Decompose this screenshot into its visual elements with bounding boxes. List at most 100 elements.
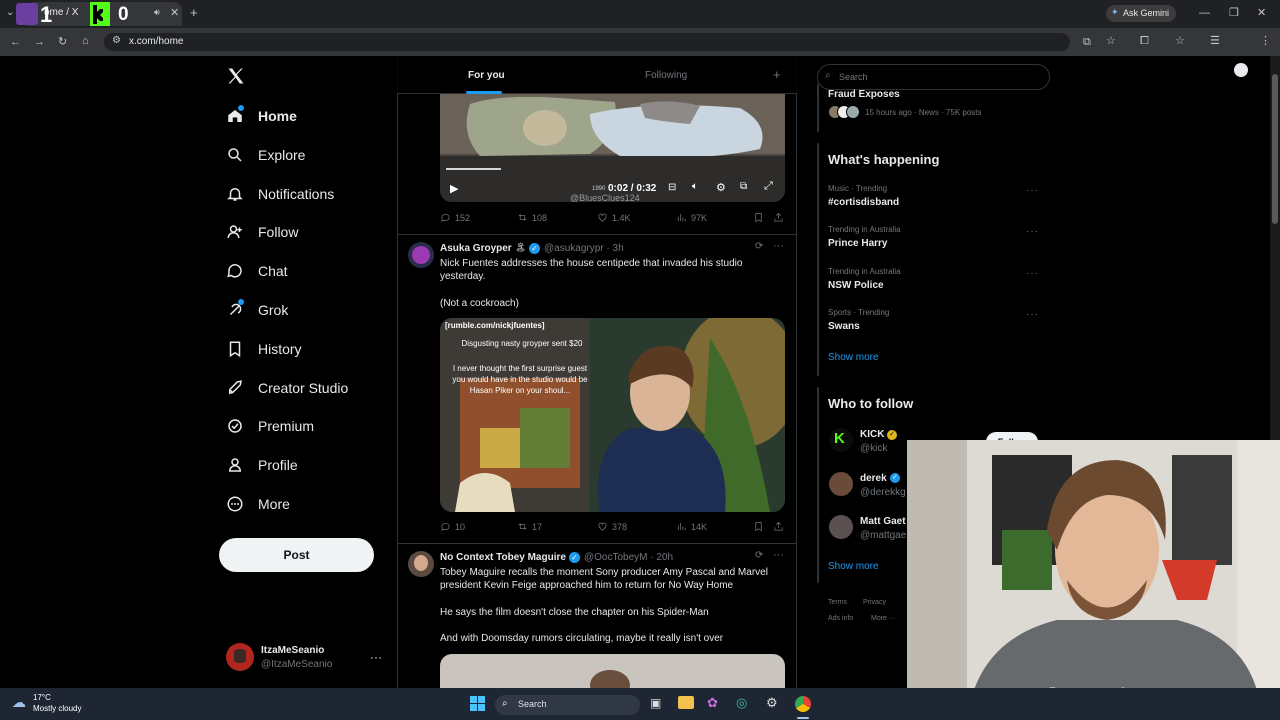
account-name[interactable]: ItzaMeSeanio [261,645,324,656]
home-browser-icon[interactable]: ⌂ [82,34,89,48]
fullscreen-icon[interactable]: ⤢ [764,180,773,193]
follow-avatar[interactable] [829,471,853,496]
tab-mute-icon[interactable]: 🔊︎ [154,7,160,18]
tab-for-you[interactable]: For you [468,70,505,81]
follow-avatar[interactable]: K [829,428,853,452]
footer-ads[interactable]: Ads info [828,615,853,622]
url-bar[interactable]: ⚙ x.com/home [104,33,1070,51]
bookmark-button[interactable] [753,521,768,532]
star-icon[interactable]: ☆ [1106,34,1116,48]
post2-more-icon[interactable]: ··· [773,240,784,252]
grok-post-icon[interactable]: ⟳ [755,550,763,561]
trend-name[interactable]: #cortisdisband [828,197,899,208]
post3-author-name[interactable]: No Context Tobey Maguire [440,552,566,563]
follow-name[interactable]: KICK [860,429,884,440]
chrome-menu-icon[interactable]: ⋮ [1260,34,1271,48]
repost-button[interactable]: 17 [517,521,542,532]
share-button[interactable] [773,521,788,532]
follow-name[interactable]: derek [860,473,887,484]
play-icon[interactable]: ▶ [450,182,458,195]
post3-handle[interactable]: @OocTobeyM · 20h [584,552,673,563]
nav-item-more[interactable]: More [226,491,386,517]
extensions-icon[interactable]: ⧠ [1140,34,1149,48]
post3-media[interactable] [440,654,785,688]
task-view-icon[interactable]: ▣ [650,696,661,710]
video-player[interactable]: ▶ 1990 0:02 / 0:32 @BluesClues124 ⊟ 🔈︎ ⚙… [440,94,785,202]
post3-more-icon[interactable]: ··· [773,549,784,561]
trend-more-icon[interactable]: ··· [1026,268,1039,279]
reload-icon[interactable]: ↻ [58,35,67,49]
settings-icon[interactable]: ⚙ [716,181,726,194]
profile-avatar-icon[interactable] [1234,63,1248,77]
captions-icon[interactable]: ⊟ [668,182,676,193]
bookmarks-icon[interactable]: ☆ [1175,34,1185,48]
nav-item-premium[interactable]: Premium [226,413,386,439]
footer-privacy[interactable]: Privacy [863,599,886,606]
repost-button[interactable]: 108 [517,212,547,223]
taskbar-search[interactable]: ⌕ Search [495,695,640,715]
footer-terms[interactable]: Terms [828,599,847,606]
account-avatar[interactable] [226,643,254,671]
nav-item-profile[interactable]: Profile [226,452,386,478]
footer-more[interactable]: More ··· [871,615,896,622]
like-button[interactable]: 1.4K [597,212,631,223]
trend-name[interactable]: Swans [828,321,860,332]
tab-following[interactable]: Following [645,70,687,81]
settings-gear-icon[interactable]: ⚙ [766,695,778,711]
scrollbar-thumb[interactable] [1272,74,1278,224]
tab-close-icon[interactable]: ✕ [170,6,179,19]
nav-item-home[interactable]: Home [226,103,386,129]
follow-avatar[interactable] [829,515,853,539]
reading-list-icon[interactable]: ☰ [1210,34,1220,48]
trend-more-icon[interactable]: ··· [1026,309,1039,320]
follow-name[interactable]: Matt Gaet [860,516,906,527]
file-explorer-icon[interactable] [678,696,694,709]
reply-button[interactable]: 10 [440,521,465,532]
forward-icon[interactable]: → [34,35,45,49]
volume-icon[interactable]: 🔈︎ [692,181,698,192]
minimize-icon[interactable]: — [1199,6,1210,20]
like-button[interactable]: 378 [597,521,627,532]
tab-search-chevron-icon[interactable]: ⌄ [6,7,14,18]
x-logo-icon[interactable] [226,66,246,86]
nav-item-explore[interactable]: Explore [226,142,386,168]
post2-handle[interactable]: @asukagrypr · 3h [544,243,624,254]
weather-desc[interactable]: Mostly cloudy [33,704,81,713]
nav-item-grok[interactable]: Grok [226,297,386,323]
post2-media[interactable]: [rumble.com/nickjfuentes] Disgusting nas… [440,318,785,512]
trend-name[interactable]: NSW Police [828,280,884,291]
nav-item-creator-studio[interactable]: Creator Studio [226,375,386,401]
weather-icon[interactable]: ☁ [12,694,26,711]
nav-item-notifications[interactable]: Notifications [226,181,386,207]
account-more-icon[interactable]: ··· [370,650,382,664]
post-button[interactable]: Post [219,538,374,572]
trend-more-icon[interactable]: ··· [1026,226,1039,237]
bookmark-button[interactable] [753,212,768,223]
add-tab-icon[interactable]: + [773,67,781,82]
nav-item-follow[interactable]: Follow [226,219,386,245]
site-info-icon[interactable]: ⚙ [112,35,121,46]
nav-item-chat[interactable]: Chat [226,258,386,284]
restore-icon[interactable]: ❐ [1229,6,1239,20]
back-icon[interactable]: ← [10,35,21,49]
post2-avatar[interactable] [408,242,434,268]
ask-gemini-button[interactable]: ✦ Ask Gemini [1106,5,1176,22]
views-button[interactable]: 14K [676,521,707,532]
search-box[interactable]: ⌕ Search [817,64,1050,90]
grok-post-icon[interactable]: ⟳ [755,241,763,252]
pip-icon[interactable]: ⧉ [740,181,747,192]
cast-icon[interactable]: ⧉ [1083,35,1091,49]
post3-avatar[interactable] [408,551,434,577]
follow-show-more[interactable]: Show more [828,561,879,572]
share-button[interactable] [773,212,788,223]
start-icon[interactable] [470,696,485,711]
copilot-icon[interactable]: ✿ [707,695,718,711]
trends-show-more[interactable]: Show more [828,352,879,363]
views-button[interactable]: 97K [676,212,707,223]
nav-item-history[interactable]: History [226,336,386,362]
post2-author-name[interactable]: Asuka Groyper [440,243,512,254]
close-window-icon[interactable]: ✕ [1257,6,1266,20]
weather-temp[interactable]: 17°C [33,693,51,702]
edge-icon[interactable]: ◎ [736,695,747,711]
chrome-icon[interactable] [795,696,811,712]
